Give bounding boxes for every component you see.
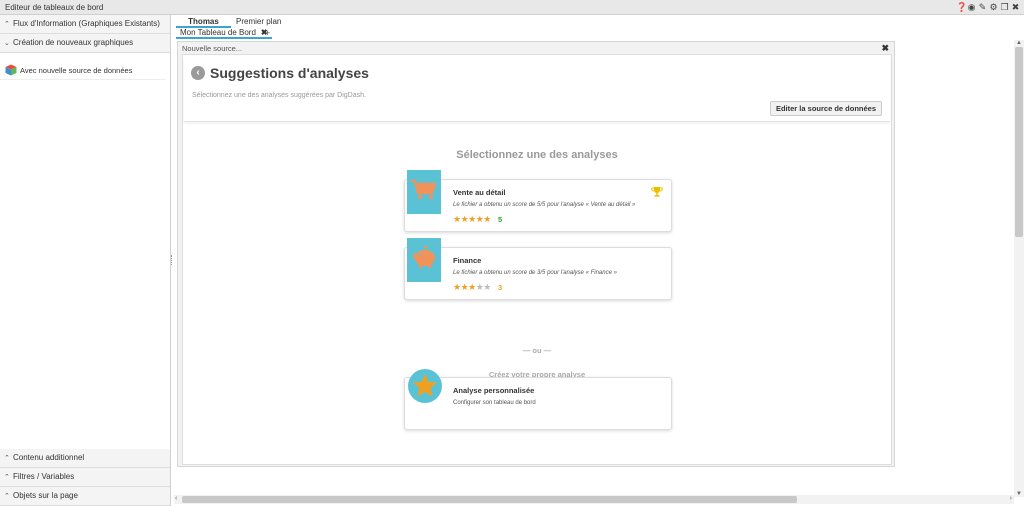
- analysis-card-finance[interactable]: Finance Le fichier a obtenu un score de …: [404, 238, 672, 300]
- window-titlebar: Editeur de tableaux de bord ❓ ◉ ✎ ⚙ ❐ ✖: [0, 0, 1024, 15]
- analysis-card-vente[interactable]: Vente au détail Le fichier a obtenu un s…: [404, 170, 672, 232]
- suggestions-header: ‹ Suggestions d'analyses Sélectionnez un…: [184, 56, 890, 122]
- card-title: Finance: [453, 256, 482, 265]
- section-label: Flux d'Information (Graphiques Existants…: [13, 19, 160, 28]
- rating-stars: ★★★★★: [453, 282, 491, 293]
- rating-stars: ★★★★★: [453, 214, 491, 225]
- suggestions-panel: ‹ Suggestions d'analyses Sélectionnez un…: [182, 54, 892, 465]
- card-description: Configurer son tableau de bord: [453, 400, 536, 406]
- trophy-icon: [651, 187, 663, 197]
- window-title: Editeur de tableaux de bord: [5, 3, 104, 12]
- close-icon[interactable]: ✖: [1011, 2, 1020, 12]
- page-subtitle: Sélectionnez une des analyses suggérées …: [192, 92, 366, 99]
- analysis-card-custom[interactable]: Analyse personnalisée Configurer son tab…: [404, 369, 672, 430]
- section-label: Création de nouveaux graphiques: [13, 38, 134, 47]
- tab-label: Mon Tableau de Bord: [180, 28, 256, 37]
- edit-icon[interactable]: ✎: [978, 2, 987, 12]
- horizontal-scrollbar[interactable]: ‹ ›: [174, 495, 1014, 504]
- star-icon: [408, 369, 442, 403]
- restore-icon[interactable]: ❐: [1000, 2, 1009, 12]
- piggy-bank-icon: [407, 238, 441, 282]
- section-label: Filtres / Variables: [13, 472, 75, 481]
- section-objets-page[interactable]: ⌃ Objets sur la page: [0, 487, 170, 506]
- score-value: 5: [498, 215, 503, 224]
- dialog-title: Nouvelle source...: [182, 44, 243, 53]
- section-contenu-additionnel[interactable]: ⌃ Contenu additionnel: [0, 449, 170, 468]
- page-title: Suggestions d'analyses: [210, 65, 369, 81]
- back-icon[interactable]: ‹: [191, 66, 205, 80]
- tab-mon-tableau-de-bord[interactable]: Mon Tableau de Bord ✖: [176, 28, 272, 39]
- card-description: Le fichier a obtenu un score de 3/5 pour…: [453, 270, 617, 276]
- tab-premier-plan[interactable]: Premier plan: [236, 17, 281, 26]
- main-area: Thomas Premier plan Mon Tableau de Bord ✖…: [174, 15, 1024, 506]
- sidebar: ⌃ Flux d'Information (Graphiques Existant…: [0, 15, 171, 506]
- card-description: Le fichier a obtenu un score de 5/5 pour…: [453, 202, 636, 208]
- settings-icon[interactable]: ⚙: [989, 2, 998, 12]
- sidebar-item-label: Avec nouvelle source de données: [20, 66, 133, 75]
- window-controls: ❓ ◉ ✎ ⚙ ❐ ✖: [956, 2, 1020, 12]
- star-icon: ★★: [475, 282, 492, 292]
- edit-datasource-button[interactable]: Editer la source de données: [769, 101, 882, 116]
- chevron-up-icon: ⌃: [4, 493, 10, 500]
- help-icon[interactable]: ❓: [956, 2, 967, 12]
- new-source-dialog: Nouvelle source... ✖ ‹ Suggestions d'ana…: [177, 41, 895, 467]
- star-icon: ★★★★★: [453, 214, 491, 224]
- chevron-up-icon: ⌃: [4, 455, 10, 462]
- scroll-thumb[interactable]: [182, 496, 797, 503]
- scroll-right-icon[interactable]: ›: [1010, 495, 1012, 502]
- section-creation-graphiques[interactable]: ⌄ Création de nouveaux graphiques: [0, 34, 170, 53]
- eye-icon[interactable]: ◉: [967, 2, 976, 12]
- chevron-down-icon: ⌄: [4, 40, 10, 47]
- chevron-down-icon: ⌃: [4, 21, 10, 28]
- section-label: Contenu additionnel: [13, 453, 85, 462]
- chevron-up-icon: ⌃: [4, 474, 10, 481]
- section-filtres-variables[interactable]: ⌃ Filtres / Variables: [0, 468, 170, 487]
- section-flux-information[interactable]: ⌃ Flux d'Information (Graphiques Existant…: [0, 15, 170, 34]
- card-title: Analyse personnalisée: [453, 386, 535, 395]
- scroll-thumb[interactable]: [1015, 47, 1023, 237]
- card-title: Vente au détail: [453, 188, 506, 197]
- close-icon[interactable]: ✖: [881, 43, 889, 54]
- select-analysis-title: Sélectionnez une des analyses: [456, 149, 618, 161]
- scroll-left-icon[interactable]: ‹: [175, 495, 177, 502]
- cube-icon: [5, 64, 17, 76]
- scroll-down-icon[interactable]: ▼: [1014, 491, 1024, 497]
- add-tab-button[interactable]: +: [265, 28, 270, 38]
- star-icon: ★★★: [453, 282, 476, 292]
- score-value: 3: [498, 283, 503, 292]
- cart-icon: [407, 170, 441, 214]
- section-label: Objets sur la page: [13, 491, 78, 500]
- vertical-scrollbar[interactable]: ▲ ▼: [1014, 40, 1024, 497]
- sidebar-item-new-datasource[interactable]: Avec nouvelle source de données: [0, 64, 166, 80]
- separator-ou: — ou —: [522, 346, 552, 355]
- scroll-up-icon[interactable]: ▲: [1014, 40, 1024, 46]
- tab-thomas[interactable]: Thomas: [176, 17, 231, 28]
